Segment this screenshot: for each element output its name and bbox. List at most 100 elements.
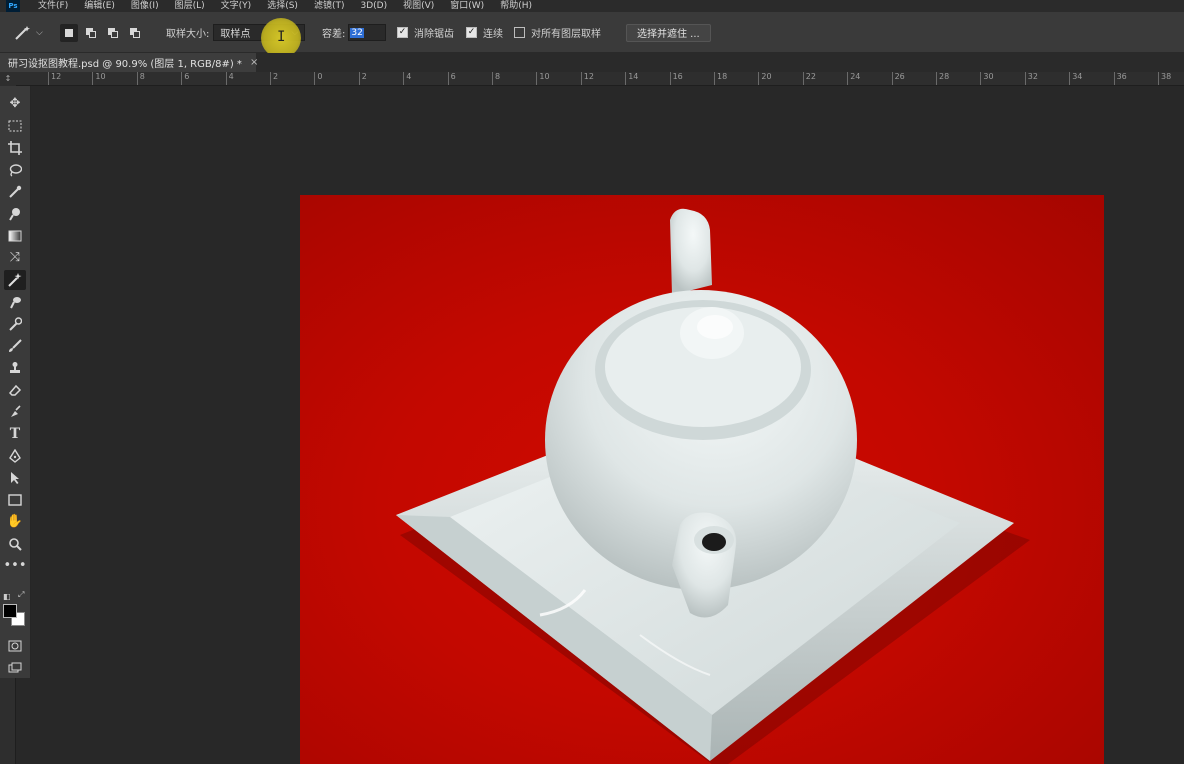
tolerance-value: 32 — [350, 27, 364, 38]
eyedropper-icon — [9, 185, 22, 198]
ruler-tick: 6 — [181, 72, 189, 85]
quick-mask-button[interactable] — [4, 636, 26, 656]
tolerance-input[interactable]: 32 — [348, 24, 387, 41]
gradient-icon — [8, 230, 22, 242]
hand-tool[interactable]: ✋ — [4, 512, 26, 532]
contiguous-checkbox[interactable]: ✓ — [466, 27, 477, 38]
color-replace-tool[interactable] — [4, 314, 26, 334]
select-and-mask-button[interactable]: 选择并遮住 ... — [626, 23, 711, 42]
brush-icon — [9, 339, 22, 352]
tolerance-label: 容差: — [322, 29, 346, 40]
eyedropper-tool[interactable] — [4, 182, 26, 202]
content-aware-move-tool[interactable]: ⤨ — [4, 248, 26, 268]
ruler-tick: 22 — [802, 72, 816, 85]
menu-select[interactable]: 选择(S) — [267, 0, 298, 12]
move-icon: ✥ — [9, 96, 21, 111]
lasso-tool[interactable] — [4, 160, 26, 180]
type-icon: T — [9, 426, 21, 442]
ruler-tick: 26 — [891, 72, 905, 85]
marquee-icon — [8, 120, 22, 132]
gradient-tool[interactable] — [4, 226, 26, 246]
add-to-selection-button[interactable] — [82, 24, 100, 42]
options-bar: ⌵ 取样大小: 取样点 ⌵ 容差: 32 ✓ 消除锯齿 ✓ 连续 对所有图层取样… — [0, 12, 1184, 53]
rectangle-tool[interactable] — [4, 490, 26, 510]
menu-window[interactable]: 窗口(W) — [450, 0, 484, 12]
anti-alias-checkbox[interactable]: ✓ — [397, 27, 408, 38]
document-tab[interactable]: 研习设抠图教程.psd @ 90.9% (图层 1, RGB/8#) * × — [0, 53, 258, 72]
crop-icon — [8, 141, 22, 155]
menu-file[interactable]: 文件(F) — [38, 0, 68, 12]
ruler-origin[interactable]: ↕ — [0, 72, 16, 86]
ruler-tick: 2 — [270, 72, 278, 85]
ruler-tick: 36 — [1113, 72, 1127, 85]
ruler-tick: 32 — [1024, 72, 1038, 85]
swap-colors-icon[interactable]: ⤢ — [18, 590, 24, 600]
ruler-tick: 10 — [92, 72, 106, 85]
close-icon[interactable]: × — [250, 57, 258, 68]
contiguous-label: 连续 — [483, 29, 503, 40]
crop-tool[interactable] — [4, 138, 26, 158]
horizontal-ruler[interactable]: 12 10 8 6 4 2 0 2 4 6 8 10 12 14 16 18 20 22 24 26 28 30 32 34 3… — [16, 72, 1184, 86]
magic-wand-icon — [15, 25, 30, 40]
sample-all-layers-checkbox[interactable] — [514, 27, 525, 38]
magic-wand-tool[interactable] — [4, 270, 26, 290]
intersect-selection-button[interactable] — [126, 24, 144, 42]
type-tool[interactable]: T — [4, 424, 26, 444]
foreground-color-swatch[interactable] — [3, 604, 17, 618]
chevron-down-icon: ⌵ — [36, 27, 43, 38]
brush-tool[interactable] — [4, 336, 26, 356]
menu-layer[interactable]: 图层(L) — [175, 0, 205, 12]
new-selection-button[interactable] — [60, 23, 78, 42]
anti-alias-label: 消除锯齿 — [414, 29, 454, 40]
selection-modes — [60, 12, 148, 53]
default-colors-icon[interactable]: ◧ — [3, 592, 11, 601]
eraser-tool[interactable] — [4, 380, 26, 400]
sample-all-layers-label: 对所有图层取样 — [531, 29, 601, 40]
menu-edit[interactable]: 编辑(E) — [84, 0, 115, 12]
clone-stamp-tool[interactable] — [4, 358, 26, 378]
menu-bar: Ps 文件(F) 编辑(E) 图像(I) 图层(L) 文字(Y) 选择(S) 滤… — [0, 0, 1184, 12]
tool-preset-picker[interactable]: ⌵ — [12, 12, 43, 53]
screen-mode-icon — [8, 662, 22, 673]
ruler-tick: 20 — [758, 72, 772, 85]
history-brush-tool[interactable] — [4, 402, 26, 422]
ruler-tick: 0 — [314, 72, 322, 85]
magic-wand-icon — [8, 273, 22, 287]
quick-select-icon — [9, 208, 20, 221]
screen-mode-button[interactable] — [4, 658, 26, 678]
zoom-icon — [9, 538, 22, 551]
menu-image[interactable]: 图像(I) — [131, 0, 159, 12]
subtract-selection-button[interactable] — [104, 24, 122, 42]
ruler-tick: 6 — [447, 72, 456, 85]
zoom-tool[interactable] — [4, 534, 26, 554]
document-canvas[interactable] — [300, 195, 1104, 764]
ruler-tick: 34 — [1069, 72, 1082, 85]
menu-view[interactable]: 视图(V) — [403, 0, 434, 12]
ruler-tick: 2 — [358, 72, 367, 85]
menu-type[interactable]: 文字(Y) — [221, 0, 252, 12]
move-tool[interactable]: ✥ — [4, 94, 26, 114]
sample-size-label: 取样大小: — [166, 29, 210, 40]
ruler-tick: 4 — [225, 72, 234, 85]
ruler-tick: 12 — [580, 72, 594, 85]
menu-help[interactable]: 帮助(H) — [500, 0, 532, 12]
more-tools-button[interactable]: ••• — [4, 556, 27, 576]
new-selection-icon — [65, 28, 73, 37]
quick-select-tool[interactable] — [4, 204, 26, 224]
menu-3d[interactable]: 3D(D) — [360, 0, 387, 12]
ruler-tick: 28 — [936, 72, 949, 85]
document-tab-bar: 研习设抠图教程.psd @ 90.9% (图层 1, RGB/8#) * × — [0, 53, 1184, 72]
path-select-tool[interactable] — [4, 468, 26, 488]
canvas-area[interactable] — [31, 86, 1184, 764]
healing-brush-tool[interactable] — [4, 292, 26, 312]
marquee-tool[interactable] — [4, 116, 26, 136]
subtract-selection-icon — [108, 27, 118, 38]
pen-tool[interactable] — [4, 446, 26, 466]
add-selection-icon — [86, 27, 96, 38]
menu-filter[interactable]: 滤镜(T) — [314, 0, 345, 12]
ruler-tick: 8 — [492, 72, 500, 85]
tools-panel: ✥ ⤨ T ✋ ••• ◧ ⤢ — [0, 86, 31, 678]
sample-size-value: 取样点 — [220, 29, 251, 40]
text-cursor-icon: I — [277, 29, 286, 45]
teapot-photo — [396, 208, 1030, 764]
